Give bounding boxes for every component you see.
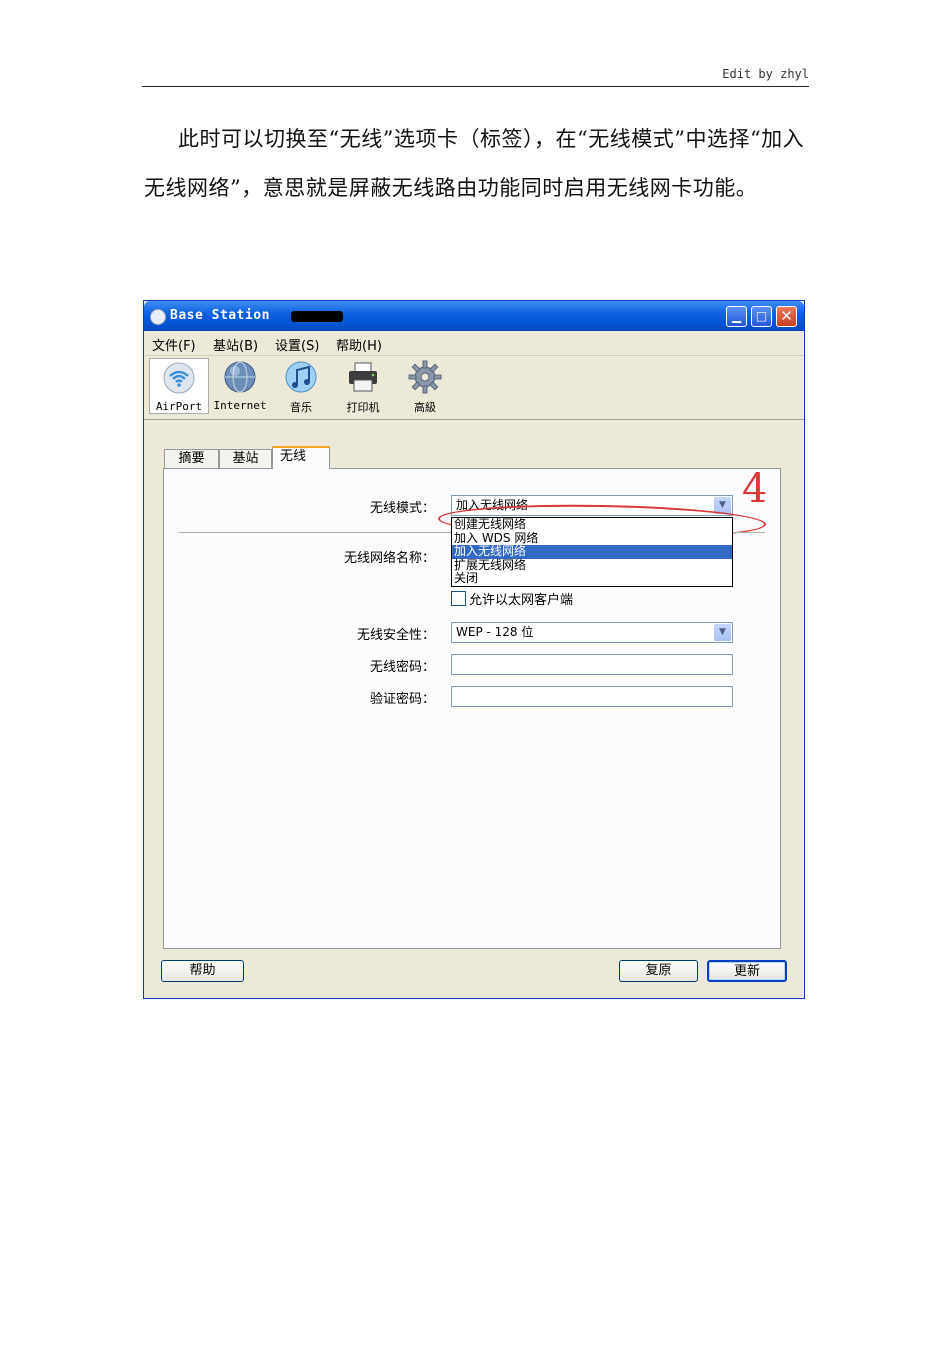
verify-password-input[interactable] xyxy=(451,686,733,707)
toolbar-internet[interactable]: Internet xyxy=(209,358,271,414)
password-input[interactable] xyxy=(451,654,733,675)
header-text: Edit by zhyl xyxy=(722,67,809,81)
menu-file[interactable]: 文件(F) xyxy=(152,335,196,354)
redacted-mark xyxy=(291,311,343,322)
menu-bar: 文件(F) 基站(B) 设置(S) 帮助(H) xyxy=(144,331,804,356)
toolbar-label: Internet xyxy=(213,399,267,412)
mode-option-join-wireless[interactable]: 加入无线网络 xyxy=(452,545,732,559)
allow-ethernet-label: 允许以太网客户端 xyxy=(469,593,574,608)
base-station-window: Base Station ▁ □ ✕ 文件(F) 基站(B) 设置(S) 帮助(… xyxy=(143,300,805,999)
wireless-mode-label: 无线模式： xyxy=(369,501,435,516)
toolbar-airport[interactable]: AirPort xyxy=(149,358,209,414)
security-value: WEP - 128 位 xyxy=(456,625,534,639)
toolbar-label: AirPort xyxy=(155,400,203,413)
revert-button[interactable]: 复原 xyxy=(619,960,698,982)
toolbar-music[interactable]: 音乐 xyxy=(272,358,330,414)
help-button[interactable]: 帮助 xyxy=(161,960,244,982)
mode-option-off[interactable]: 关闭 xyxy=(452,572,732,586)
toolbar: AirPort Internet 音乐 打印机 高級 xyxy=(144,355,804,420)
music-icon xyxy=(285,361,317,393)
toolbar-advanced[interactable]: 高級 xyxy=(396,358,454,414)
printer-icon xyxy=(349,362,377,392)
toolbar-label: 高級 xyxy=(414,401,436,414)
minimize-button[interactable]: ▁ xyxy=(726,306,747,327)
app-icon xyxy=(150,309,166,325)
network-name-label: 无线网络名称： xyxy=(343,551,435,566)
close-button[interactable]: ✕ xyxy=(776,306,797,327)
airport-icon xyxy=(163,362,195,394)
chevron-down-icon[interactable]: ▼ xyxy=(714,624,731,641)
toolbar-label: 音乐 xyxy=(290,401,312,414)
mode-option-create[interactable]: 创建无线网络 xyxy=(452,518,732,532)
verify-password-label: 验证密码： xyxy=(369,692,435,707)
allow-ethernet-checkbox[interactable] xyxy=(451,591,466,606)
globe-icon xyxy=(224,361,256,393)
window-title: Base Station xyxy=(170,308,270,323)
page-header: Edit by zhyl xyxy=(142,66,809,87)
body-paragraph: 此时可以切换至“无线”选项卡（标签），在“无线模式”中选择“加入无线网络”，意思… xyxy=(144,127,805,200)
menu-base-station[interactable]: 基站(B) xyxy=(213,335,258,354)
tab-wireless[interactable]: 无线 xyxy=(272,446,330,469)
content-area: 摘要 基站 无线 4 无线模式： 加入无线网络 ▼ 创建无线网络 加入 WDS … xyxy=(146,421,802,994)
annotation-number: 4 xyxy=(742,466,768,512)
tab-summary[interactable]: 摘要 xyxy=(164,449,219,468)
security-label: 无线安全性： xyxy=(356,628,435,643)
menu-settings[interactable]: 设置(S) xyxy=(275,335,319,354)
wireless-panel: 4 无线模式： 加入无线网络 ▼ 创建无线网络 加入 WDS 网络 加入无线网络… xyxy=(163,468,781,949)
password-label: 无线密码： xyxy=(369,660,435,675)
toolbar-printer[interactable]: 打印机 xyxy=(332,358,394,414)
update-button[interactable]: 更新 xyxy=(707,960,787,982)
menu-help[interactable]: 帮助(H) xyxy=(336,335,382,354)
maximize-button[interactable]: □ xyxy=(751,306,772,327)
security-select[interactable]: WEP - 128 位 ▼ xyxy=(451,622,733,643)
tab-base-station[interactable]: 基站 xyxy=(219,449,272,468)
title-bar[interactable]: Base Station ▁ □ ✕ xyxy=(144,301,804,331)
toolbar-label: 打印机 xyxy=(346,401,380,414)
mode-option-extend[interactable]: 扩展无线网络 xyxy=(452,558,732,573)
gear-icon xyxy=(408,360,442,394)
wireless-mode-dropdown: 创建无线网络 加入 WDS 网络 加入无线网络 扩展无线网络 关闭 xyxy=(451,517,733,587)
